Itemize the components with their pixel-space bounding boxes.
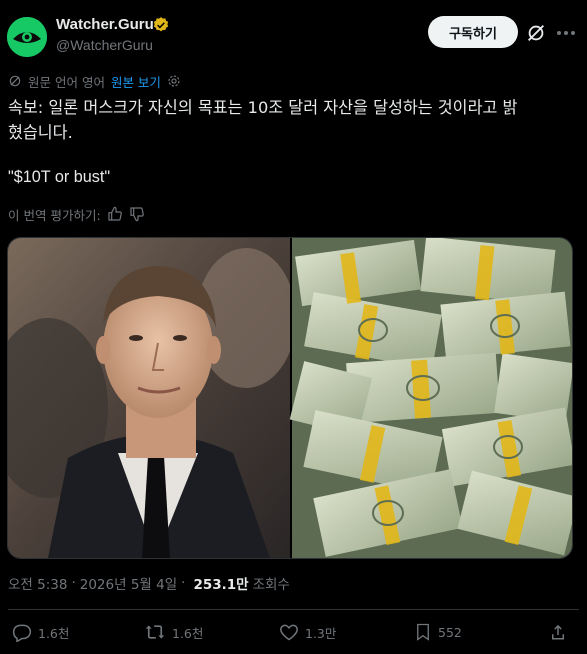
bookmark-icon	[417, 623, 429, 641]
separator: ·	[181, 575, 186, 591]
avatar[interactable]	[7, 17, 47, 57]
share-button[interactable]	[549, 622, 573, 642]
handle[interactable]: @WatcherGuru	[56, 37, 153, 53]
separator: ·	[71, 575, 76, 591]
eye-logo-icon	[7, 17, 47, 57]
translation-info: 원문 언어 영어 원본 보기	[8, 71, 181, 91]
like-button[interactable]: 1.3만	[279, 622, 336, 642]
tweet-time[interactable]: 오전 5:38	[8, 573, 67, 593]
photo-money-stacks	[289, 238, 572, 558]
divider	[8, 609, 579, 610]
photo-portrait	[8, 238, 296, 558]
rate-translation: 이 번역 평가하기:	[8, 204, 145, 224]
source-language-label: 원문 언어 영어	[28, 74, 105, 90]
repost-button[interactable]: 1.6천	[144, 622, 203, 642]
verified-badge-icon	[153, 17, 169, 32]
tweet-text-line: 혔습니다.	[8, 123, 73, 142]
share-icon	[552, 624, 564, 640]
thumbs-down-icon[interactable]	[129, 206, 145, 222]
subscribe-button[interactable]: 구독하기	[428, 16, 518, 48]
tweet-text-line: 속보: 일론 머스크가 자신의 목표는 10조 달러 자산을 달성하는 것이라고…	[8, 98, 518, 117]
bookmark-count: 552	[438, 624, 462, 640]
tweet-header: Watcher.Guru @WatcherGuru 구독하기	[0, 0, 587, 70]
bookmark-button[interactable]: 552	[414, 622, 462, 642]
rate-translation-label: 이 번역 평가하기:	[8, 207, 101, 223]
heart-icon	[280, 624, 298, 641]
grok-icon[interactable]	[525, 22, 547, 44]
more-horizontal-icon[interactable]	[556, 30, 576, 36]
tweet-text: 속보: 일론 머스크가 자신의 목표는 10조 달러 자산을 달성하는 것이라고…	[8, 95, 578, 145]
repost-icon	[145, 625, 165, 639]
views-count: 253.1만	[193, 577, 249, 593]
show-original-link[interactable]: 원본 보기	[111, 72, 161, 91]
like-count: 1.3만	[305, 625, 337, 641]
tweet-date[interactable]: 2026년 5월 4일	[80, 573, 177, 593]
action-bar: 1.6천 1.6천 1.3만 552	[0, 620, 587, 650]
display-name[interactable]: Watcher.Guru	[56, 16, 154, 33]
reply-button[interactable]: 1.6천	[12, 622, 69, 642]
gear-icon[interactable]	[167, 74, 181, 88]
repost-count: 1.6천	[172, 625, 204, 641]
tweet-meta: 오전 5:38 · 2026년 5월 4일 · 253.1만 조회수	[8, 573, 290, 593]
tweet-media[interactable]	[7, 237, 573, 559]
thumbs-up-icon[interactable]	[107, 206, 123, 222]
reply-count: 1.6천	[38, 625, 70, 641]
reply-icon	[12, 624, 32, 642]
views-label: 조회수	[252, 577, 290, 593]
tweet-quote: "$10T or bust"	[8, 168, 111, 186]
translate-icon	[9, 75, 21, 87]
